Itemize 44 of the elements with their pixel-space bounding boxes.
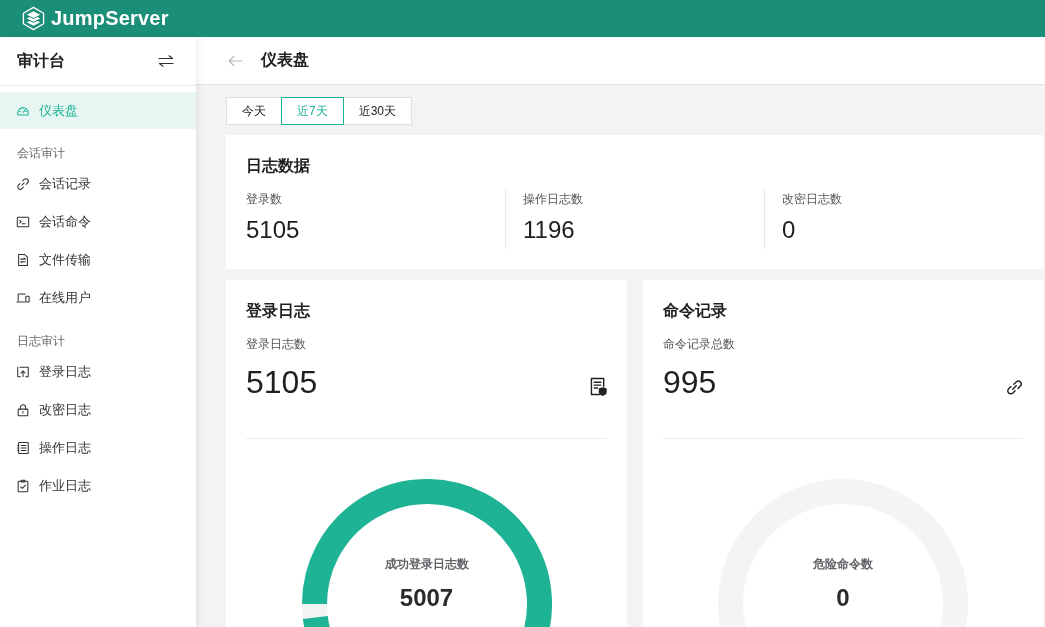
total-value: 5105 [246,363,318,402]
card-title: 登录日志 [246,301,311,321]
stat-value: 5105 [246,215,301,245]
laptop-icon [16,291,30,305]
link-icon [16,177,30,191]
upload-icon [16,365,30,379]
ring-value: 5007 [399,583,454,613]
nav-item[interactable]: 会话记录 [0,165,196,203]
stat-value: 0 [782,215,797,245]
sidebar-title: 审计台 [17,50,65,71]
ring-label: 成功登录日志数 [384,556,469,573]
clipboard-check-icon [16,479,30,493]
stat-label: 登录数 [246,191,283,208]
nav-item[interactable]: 文件传输 [0,241,196,279]
nav-item[interactable]: 改密日志 [0,391,196,429]
nav-item[interactable]: 作业日志 [0,467,196,505]
nav-item[interactable]: 会话命令 [0,203,196,241]
list-icon [16,441,30,455]
swap-icon[interactable] [158,55,174,67]
page-title: 仪表盘 [261,50,309,70]
logo-icon[interactable] [21,6,46,31]
total-label: 登录日志数 [246,336,307,353]
document-icon [16,253,30,267]
card-title: 日志数据 [246,156,311,176]
stat-label: 改密日志数 [782,191,843,208]
card-title: 命令记录 [663,301,728,321]
total-value: 995 [663,363,717,402]
nav-item[interactable]: 登录日志 [0,353,196,391]
stat-label: 操作日志数 [523,191,584,208]
lock-icon [16,403,30,417]
section-label: 会话审计 [16,145,66,162]
nav-item[interactable]: 在线用户 [0,279,196,317]
ring-value: 0 [836,583,850,613]
total-label: 命令记录总数 [663,336,736,353]
section-label: 日志审计 [16,333,66,350]
nav-item[interactable]: 操作日志 [0,429,196,467]
document-shield-icon [590,377,607,396]
terminal-icon [16,215,30,229]
range-tab[interactable]: 近30天 [342,97,413,125]
link-icon [1006,377,1023,396]
range-tab[interactable]: 今天 [226,97,282,125]
brand-name: JumpServer [51,7,169,30]
stat-value: 1196 [523,215,576,245]
ring-label: 危险命令数 [813,556,873,573]
